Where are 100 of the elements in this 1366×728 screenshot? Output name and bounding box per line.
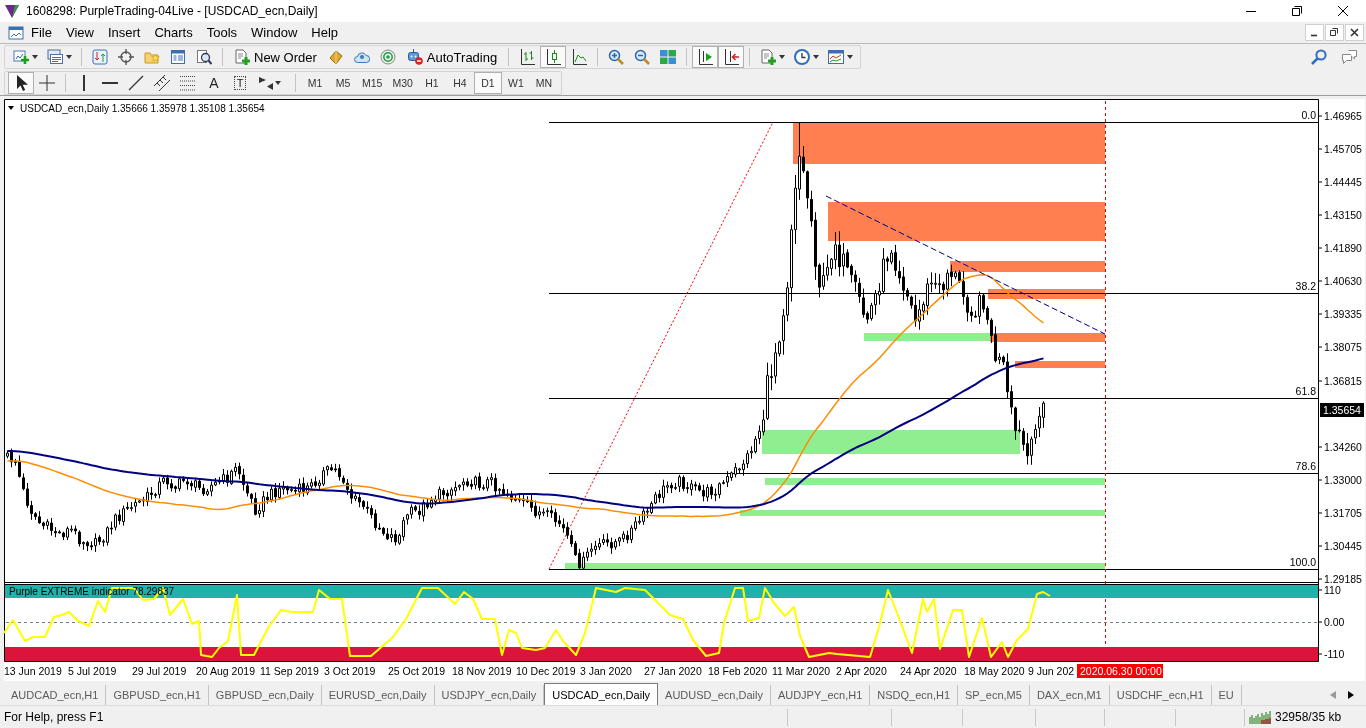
date-axis-label: 3 Oct 2019 [324, 665, 376, 677]
date-axis-label: 11 Mar 2020 [772, 665, 831, 677]
chart-tab[interactable]: AUDUSD_ecn,Daily [658, 685, 771, 705]
caret-icon[interactable] [847, 55, 854, 59]
text-tool-button[interactable]: A [201, 71, 227, 94]
stacked-windows-icon[interactable] [47, 49, 63, 65]
date-axis-label: 5 Jul 2019 [68, 665, 117, 677]
axis-arrow-icon [723, 49, 740, 65]
caret-icon[interactable] [32, 55, 38, 59]
cloud-icon[interactable] [353, 49, 370, 65]
chart-tab[interactable]: AUDCAD_ecn,H1 [4, 685, 107, 705]
scroll-right-icon[interactable] [1348, 691, 1354, 699]
search-icon[interactable] [1311, 49, 1327, 65]
status-text: For Help, press F1 [3, 710, 105, 724]
chart-tab[interactable]: AUDJPY_ecn,H1 [770, 685, 871, 705]
new-order-button[interactable]: New Order [228, 46, 323, 68]
menu-item[interactable]: Help [304, 23, 346, 42]
price-axis-label: 1.46965 [1324, 110, 1362, 122]
autotrading-button[interactable]: AutoTrading [400, 46, 504, 68]
chat-bubbles-icon[interactable] [1341, 49, 1358, 65]
triangle-icon [8, 106, 14, 110]
timeframe-button[interactable]: H4 [445, 71, 474, 94]
price-axis-label: 1.41890 [1324, 242, 1362, 255]
traffic-text: 32958/35 kb [1275, 710, 1342, 724]
date-axis-label: 27 Jan 2020 [644, 665, 702, 677]
axis-play-icon [697, 49, 714, 65]
timeframe-button[interactable]: M15 [357, 71, 388, 94]
fibonacci-level-label: 38.2 [1295, 280, 1316, 292]
date-axis-label: 11 Sep 2019 [260, 665, 319, 677]
price-axis-label: 1.34260 [1324, 440, 1362, 453]
timeframe-button[interactable]: D1 [473, 71, 502, 94]
menu-item[interactable]: Tools [199, 23, 245, 42]
date-axis-label: 20 Aug 2019 [196, 665, 255, 677]
vertical-line-icon [83, 74, 85, 91]
auto-scroll-button[interactable] [692, 46, 719, 68]
chart-tab[interactable]: NSDQ_ecn,H1 [870, 685, 959, 705]
timeframe-button[interactable]: M30 [387, 71, 418, 94]
price-axis-label: 1.45705 [1324, 143, 1362, 156]
restore-icon[interactable] [1292, 6, 1302, 16]
cursor-date-tag: 2020.06.30 00:00 [1077, 664, 1163, 678]
date-axis-label: 18 May 2020 [964, 665, 1025, 677]
date-axis-label: 9 Jun 202 [1028, 665, 1075, 677]
diamond-icon[interactable] [327, 49, 344, 65]
indicator-axis-label: 110 [1324, 584, 1341, 596]
chart-tab[interactable]: USDCAD_ecn,Daily [544, 683, 659, 705]
grid-tiles-icon[interactable] [660, 49, 677, 65]
chart-tab[interactable]: DAX_ecn,M1 [1029, 685, 1110, 705]
caret-icon[interactable] [779, 55, 786, 59]
zoom-out-icon[interactable] [634, 49, 651, 65]
chart-tab[interactable]: GBPUSD_ecn,Daily [208, 685, 322, 705]
menu-item[interactable]: File [24, 23, 59, 42]
timeframe-button[interactable]: M1 [301, 71, 329, 94]
menu-item[interactable]: Window [244, 23, 305, 42]
caret-icon [275, 80, 281, 85]
chart-tab[interactable]: USDCHF_ecn,H1 [1109, 685, 1212, 705]
diagonal-line-icon [128, 74, 144, 91]
chart-window-icon[interactable] [828, 49, 845, 65]
price-axis-label: 1.39335 [1324, 308, 1362, 321]
magnifier-document-icon[interactable] [196, 49, 212, 65]
candlestick-chart-button[interactable] [540, 46, 567, 68]
chart-window-icon[interactable] [8, 24, 24, 41]
chart-tab[interactable]: GBPUSD_ecn,H1 [106, 685, 209, 705]
crosshair-circle-icon[interactable] [118, 49, 134, 65]
close-icon[interactable] [1338, 6, 1348, 16]
date-axis-label: 13 Jun 2019 [4, 665, 62, 677]
price-axis-label: 1.36815 [1324, 374, 1362, 387]
chart-shift-button[interactable] [718, 46, 745, 68]
window-title: 1608298: PurpleTrading-04Live - [USDCAD_ecn,Daily] [26, 4, 318, 18]
menu-item[interactable]: Insert [100, 23, 148, 42]
timeframe-button[interactable]: MN [529, 71, 558, 94]
price-axis-label: 1.31705 [1324, 506, 1362, 519]
caret-icon[interactable] [813, 55, 820, 59]
text-label-tool-button[interactable]: T [227, 71, 253, 94]
zoom-in-icon[interactable] [608, 49, 625, 65]
chart-tab[interactable]: EU [1211, 685, 1242, 705]
indicator-axis-label: -110 [1324, 648, 1345, 660]
crosshair-icon [39, 74, 55, 91]
chart-tab[interactable]: SP_ecn,M5 [958, 685, 1030, 705]
date-axis-label: 2 Apr 2020 [836, 665, 887, 677]
clock-icon[interactable] [794, 49, 811, 65]
folder-star-icon[interactable] [144, 49, 160, 65]
chart-tab[interactable]: EURUSD_ecn,Daily [321, 685, 435, 705]
chart-plus-icon[interactable] [13, 49, 29, 65]
list-window-icon[interactable] [170, 49, 186, 65]
price-axis-label: 1.44445 [1324, 176, 1362, 189]
menu-item[interactable]: View [58, 23, 101, 42]
cursor-tool-button[interactable] [8, 71, 34, 94]
current-price-tag: 1.35654 [1320, 403, 1364, 417]
menu-item[interactable]: Charts [147, 23, 200, 42]
timeframe-button[interactable]: M5 [329, 71, 357, 94]
timeframe-button[interactable]: W1 [501, 71, 530, 94]
timeframe-button[interactable]: H1 [417, 71, 446, 94]
bar-chart-icon [519, 49, 536, 65]
document-plus-icon [234, 49, 250, 65]
arrows-box-icon[interactable] [92, 49, 108, 65]
caret-icon[interactable] [66, 55, 72, 59]
target-circle-icon[interactable] [379, 49, 396, 65]
hatched-channel-icon [154, 74, 170, 91]
arrows-icon [258, 74, 274, 91]
indicator-axis-label: 0.00 [1324, 616, 1345, 628]
